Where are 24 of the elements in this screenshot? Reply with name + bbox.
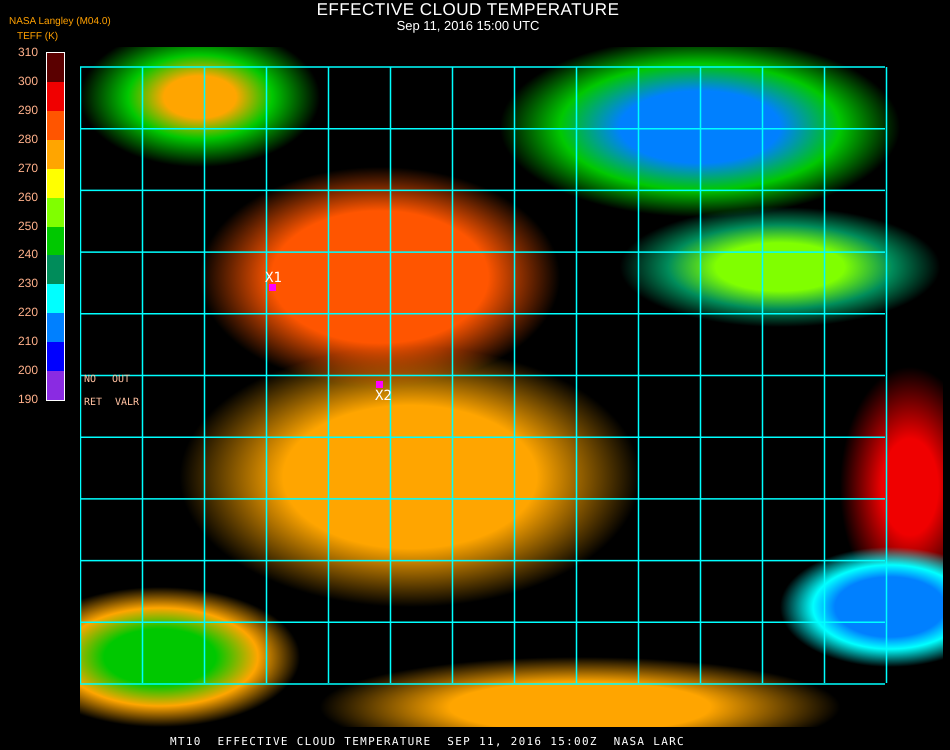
- scale-tick-label: 290: [18, 104, 38, 116]
- scale-tick-label: 240: [18, 248, 38, 260]
- scale-tick-label: 270: [18, 162, 38, 174]
- footer-caption: MT10 EFFECTIVE CLOUD TEMPERATURE SEP 11, 2016 15:00Z NASA LARC: [170, 735, 685, 748]
- source-label: NASA Langley (M04.0): [9, 16, 111, 27]
- marker-point-icon: [269, 284, 276, 291]
- scale-tick-label: 200: [18, 364, 38, 376]
- unit-label: TEFF (K): [17, 31, 58, 42]
- scale-tick-label: 190: [18, 393, 38, 405]
- scale-tick-label: 230: [18, 277, 38, 290]
- scale-tick-label: 220: [18, 306, 38, 318]
- marker-point-icon: [376, 381, 383, 388]
- scale-tick-label: 280: [18, 132, 38, 145]
- no-data-code-label: NO: [84, 375, 96, 385]
- scale-tick-label: 310: [18, 46, 38, 58]
- no-data-code-label: RET: [84, 398, 102, 408]
- scale-tick-label: 250: [18, 220, 38, 232]
- scale-tick-label: 210: [18, 335, 38, 348]
- chart-subtitle: Sep 11, 2016 15:00 UTC: [396, 19, 540, 33]
- scale-tick-label: 300: [18, 74, 38, 87]
- chart-title: EFFECTIVE CLOUD TEMPERATURE: [316, 0, 620, 19]
- scale-tick-label: 260: [18, 190, 38, 203]
- no-data-code-label: VALR: [115, 398, 140, 408]
- no-data-code-label: OUT: [112, 375, 130, 385]
